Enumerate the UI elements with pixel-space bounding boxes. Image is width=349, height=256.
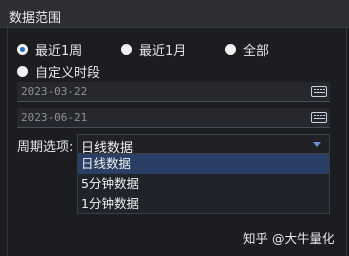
end-date-value: 2023-06-21 bbox=[21, 111, 88, 124]
period-select[interactable]: 日线数据 bbox=[77, 134, 330, 156]
watermark-text: 知乎 @大牛量化 bbox=[243, 231, 335, 246]
end-date-field[interactable]: 2023-06-21 bbox=[17, 108, 330, 128]
keyboard-icon[interactable] bbox=[311, 112, 327, 123]
radio-custom-period[interactable]: 自定义时段 bbox=[17, 62, 100, 81]
radio-unchecked-icon bbox=[225, 44, 236, 55]
start-date-value: 2023-03-22 bbox=[21, 85, 88, 98]
period-dropdown-list: 日线数据 5分钟数据 1分钟数据 bbox=[77, 153, 330, 214]
period-option-1min[interactable]: 1分钟数据 bbox=[78, 194, 329, 214]
period-label: 周期选项: bbox=[17, 140, 74, 155]
radio-label: 自定义时段 bbox=[35, 66, 101, 81]
radio-last-week[interactable]: 最近1周 bbox=[17, 40, 82, 59]
radio-unchecked-icon bbox=[121, 44, 132, 55]
radio-label: 最近1月 bbox=[139, 44, 187, 59]
period-option-daily[interactable]: 日线数据 bbox=[78, 154, 329, 174]
chevron-down-icon[interactable] bbox=[313, 142, 321, 147]
radio-label: 最近1周 bbox=[35, 44, 83, 59]
radio-unchecked-icon bbox=[17, 66, 28, 77]
keyboard-icon[interactable] bbox=[311, 86, 327, 97]
radio-last-month[interactable]: 最近1月 bbox=[121, 40, 186, 59]
radio-all[interactable]: 全部 bbox=[225, 40, 269, 59]
radio-label: 全部 bbox=[243, 44, 270, 59]
group-title: 数据范围 bbox=[9, 11, 62, 26]
period-option-5min[interactable]: 5分钟数据 bbox=[78, 174, 329, 194]
start-date-field[interactable]: 2023-03-22 bbox=[17, 82, 330, 102]
radio-checked-icon bbox=[17, 44, 28, 55]
group-header: 数据范围 bbox=[0, 0, 349, 28]
